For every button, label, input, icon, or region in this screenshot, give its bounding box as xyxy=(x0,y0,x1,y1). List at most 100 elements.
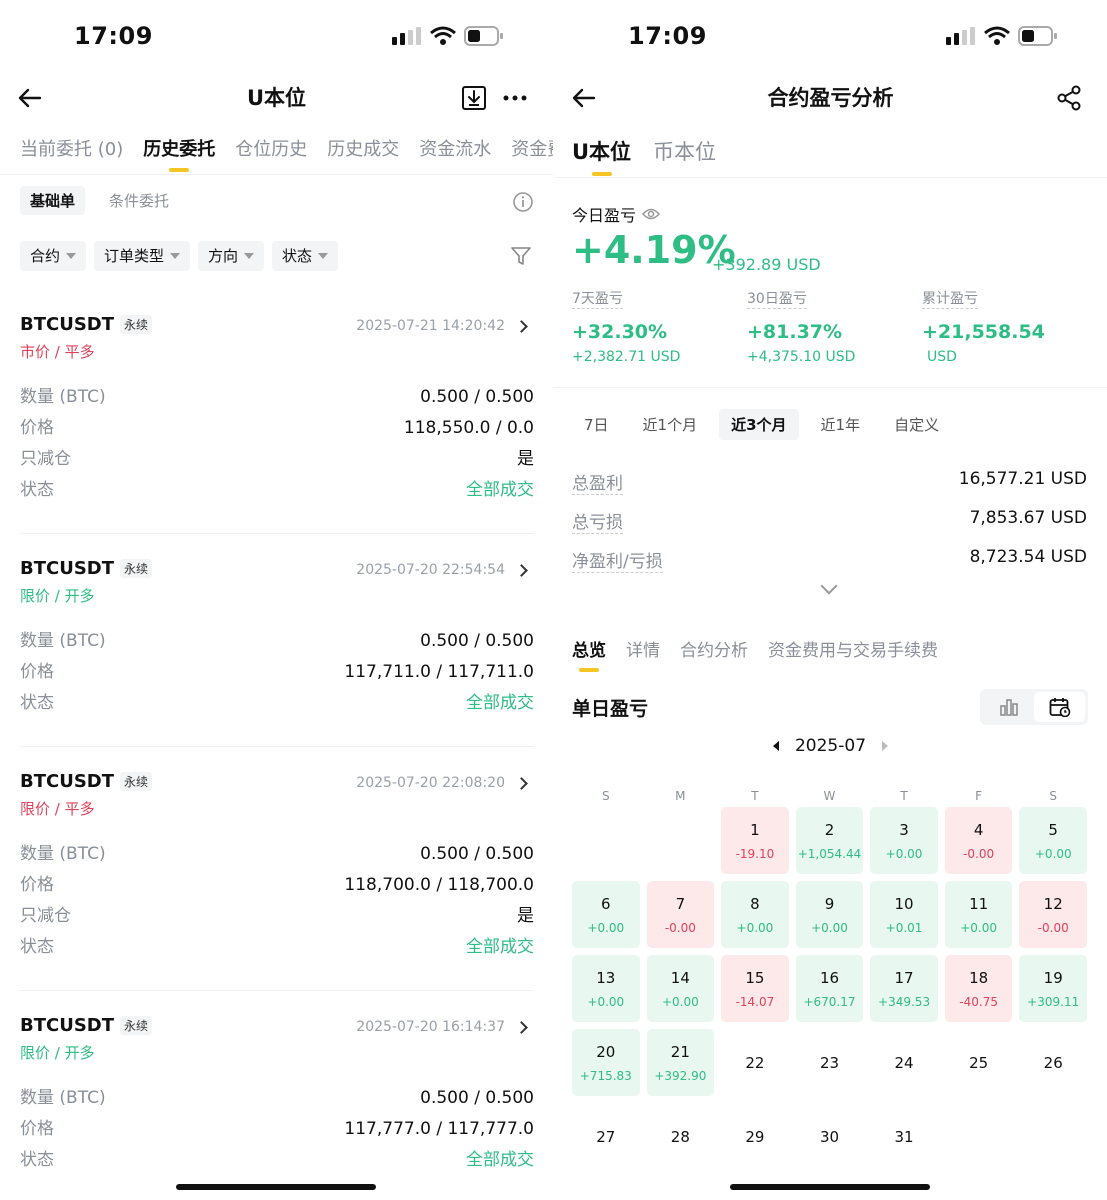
calendar-day[interactable]: 31 xyxy=(870,1103,938,1170)
tabs-divider xyxy=(0,174,553,175)
day-number: 7 xyxy=(675,894,686,913)
more-icon[interactable] xyxy=(501,84,529,112)
calendar-day[interactable]: 13 +0.00 xyxy=(572,955,640,1022)
tab-order-2[interactable]: 仓位历史 xyxy=(235,136,307,172)
tab-content-3[interactable]: 资金费用与交易手续费 xyxy=(768,636,938,672)
day-pnl: +0.00 xyxy=(960,920,998,935)
battery-icon xyxy=(1018,26,1057,46)
tab-order-5[interactable]: 资金费 xyxy=(511,136,553,172)
day-pnl: -14.07 xyxy=(735,994,775,1009)
download-icon[interactable] xyxy=(460,84,488,112)
calendar-day[interactable]: 12 -0.00 xyxy=(1019,881,1087,948)
calendar-day[interactable]: 14 +0.00 xyxy=(646,955,715,1022)
chevron-right-icon[interactable] xyxy=(515,563,528,577)
day-pnl: -0.00 xyxy=(1037,920,1069,935)
order-detail-row: 状态 全部成交 xyxy=(20,688,534,719)
detail-label: 价格 xyxy=(20,662,54,682)
range-option[interactable]: 近1个月 xyxy=(631,409,710,440)
calendar-day[interactable]: 2 +1,054.44 xyxy=(795,807,864,874)
day-pnl: +0.01 xyxy=(885,920,923,935)
order-card[interactable]: BTCUSDT 永续 2025-07-20 16:14:37 限价 / 开多 数量 (B… xyxy=(20,1015,534,1176)
tab-order-0[interactable]: 当前委托 (0) xyxy=(20,136,123,172)
tab-content-2[interactable]: 合约分析 xyxy=(680,636,748,672)
calendar-day[interactable]: 17 +349.53 xyxy=(870,955,938,1022)
caret-down-icon xyxy=(244,253,255,259)
order-card[interactable]: BTCUSDT 永续 2025-07-20 22:54:54 限价 / 开多 数量 (B… xyxy=(20,558,534,719)
tab-coin-margin[interactable]: 币本位 xyxy=(653,136,716,176)
calendar-day[interactable]: 15 -14.07 xyxy=(721,955,789,1022)
range-option[interactable]: 近1年 xyxy=(809,409,873,440)
tab-order-1[interactable]: 历史委托 xyxy=(143,136,215,172)
calendar-day[interactable]: 6 +0.00 xyxy=(572,881,640,948)
subtab-basic[interactable]: 基础单 xyxy=(20,186,86,215)
calendar-day[interactable]: 25 xyxy=(945,1029,1013,1096)
filter-bar: 合约 订单类型 方向 状态 xyxy=(20,241,339,271)
day-number: 29 xyxy=(745,1127,765,1146)
calendar-day[interactable]: 16 +670.17 xyxy=(795,955,864,1022)
tab-usdt-margin[interactable]: U本位 xyxy=(572,136,631,176)
calendar-day[interactable]: 8 +0.00 xyxy=(721,881,789,948)
eye-icon[interactable] xyxy=(642,207,661,221)
filter-contract[interactable]: 合约 xyxy=(20,241,87,271)
chevron-right-icon[interactable] xyxy=(515,1020,528,1034)
calendar-day[interactable]: 30 xyxy=(796,1103,864,1170)
tab-content-1[interactable]: 详情 xyxy=(626,636,660,672)
calendar-day[interactable]: 29 xyxy=(721,1103,789,1170)
tab-order-4[interactable]: 资金流水 xyxy=(419,136,491,172)
day-pnl: -40.75 xyxy=(959,994,998,1009)
calendar-day[interactable]: 7 -0.00 xyxy=(646,881,715,948)
filter-direction[interactable]: 方向 xyxy=(198,241,265,271)
detail-label: 价格 xyxy=(20,418,54,438)
calendar-day[interactable]: 1 -19.10 xyxy=(721,807,789,874)
day-number: 2 xyxy=(824,820,835,839)
chevron-down-icon[interactable] xyxy=(820,577,838,595)
calendar-day[interactable]: 26 xyxy=(1019,1029,1087,1096)
order-card[interactable]: BTCUSDT 永续 2025-07-21 14:20:42 市价 / 平多 数量 (B… xyxy=(20,314,534,506)
weekday-label: T xyxy=(900,789,908,803)
tab-content-0[interactable]: 总览 xyxy=(572,636,606,672)
calendar-day[interactable]: 22 xyxy=(721,1029,789,1096)
order-card[interactable]: BTCUSDT 永续 2025-07-20 22:08:20 限价 / 平多 数量 (B… xyxy=(20,771,534,963)
calendar-day[interactable]: 24 xyxy=(870,1029,938,1096)
share-icon[interactable] xyxy=(1055,84,1083,112)
summary-value: 7,853.67 USD xyxy=(969,508,1087,528)
calendar-day[interactable]: 5 +0.00 xyxy=(1019,807,1087,874)
perpetual-badge: 永续 xyxy=(120,559,153,578)
calendar-day[interactable]: 3 +0.00 xyxy=(870,807,938,874)
calendar-day[interactable]: 20 +715.83 xyxy=(572,1029,640,1096)
calendar-day[interactable]: 19 +309.11 xyxy=(1019,955,1087,1022)
order-symbol: BTCUSDT xyxy=(20,1015,115,1036)
calendar-day[interactable]: 18 -40.75 xyxy=(944,955,1013,1022)
calendar-day[interactable]: 28 xyxy=(647,1103,715,1170)
calendar-day[interactable]: 11 +0.00 xyxy=(944,881,1013,948)
next-month-icon[interactable] xyxy=(882,741,889,751)
calendar-day[interactable]: 21 +392.90 xyxy=(646,1029,715,1096)
tab-order-3[interactable]: 历史成交 xyxy=(327,136,399,172)
detail-value: 118,700.0 / 118,700.0 xyxy=(344,875,534,895)
order-type: 限价 / 平多 xyxy=(20,800,95,818)
range-option[interactable]: 近3个月 xyxy=(719,409,799,440)
day-number: 28 xyxy=(670,1127,690,1146)
chevron-right-icon[interactable] xyxy=(515,776,528,790)
calendar-day[interactable]: 9 +0.00 xyxy=(795,881,864,948)
weekday-label: W xyxy=(823,789,836,803)
day-number: 23 xyxy=(819,1053,840,1072)
calendar-day[interactable]: 10 +0.01 xyxy=(870,881,938,948)
prev-month-icon[interactable] xyxy=(772,741,779,751)
info-icon[interactable] xyxy=(512,191,534,213)
order-symbol: BTCUSDT xyxy=(20,771,115,792)
filter-order-type[interactable]: 订单类型 xyxy=(94,241,191,271)
calendar-view-button[interactable] xyxy=(1034,692,1085,722)
filter-icon[interactable] xyxy=(510,245,532,267)
calendar-day[interactable]: 27 xyxy=(572,1103,640,1170)
wifi-icon xyxy=(984,26,1010,45)
chevron-right-icon[interactable] xyxy=(515,319,528,333)
order-details: 数量 (BTC) 0.500 / 0.500 价格 118,550.0 / 0.0 只减… xyxy=(20,382,534,506)
bar-chart-view-button[interactable] xyxy=(983,692,1034,722)
calendar-day[interactable]: 4 -0.00 xyxy=(944,807,1013,874)
filter-status[interactable]: 状态 xyxy=(272,241,339,271)
range-option[interactable]: 自定义 xyxy=(882,409,951,440)
calendar-day[interactable]: 23 xyxy=(796,1029,864,1096)
subtab-conditional[interactable]: 条件委托 xyxy=(99,186,179,215)
range-option[interactable]: 7日 xyxy=(572,409,621,440)
